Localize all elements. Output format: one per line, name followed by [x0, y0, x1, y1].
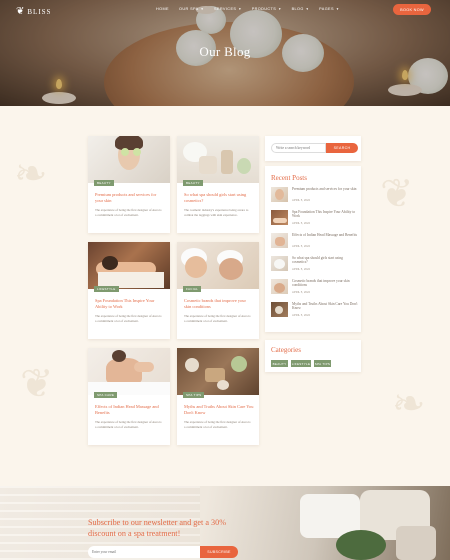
post-title[interactable]: Effects of Indian Head Massage and Benef…: [95, 404, 165, 416]
blog-card[interactable]: FACIAL Cosmetic brands that improve your…: [177, 242, 259, 339]
post-image: [177, 242, 259, 289]
recent-post-item[interactable]: So what spa should girls start using cos…: [271, 256, 359, 273]
post-image: [88, 136, 170, 183]
recent-posts-heading: Recent Posts: [271, 174, 307, 182]
book-now-button[interactable]: BOOK NOW: [393, 4, 431, 15]
recent-post-thumbnail: [271, 302, 288, 317]
chevron-down-icon: ▼: [305, 7, 310, 11]
blog-card[interactable]: BEAUTY So what spa should girls start us…: [177, 136, 259, 233]
main-nav: HOME OUR SPA ▼ SERVICES ▼ PRODUCTS ▼ BLOG ▼ …: [156, 7, 339, 11]
recent-post-title[interactable]: So what spa should girls start using cos…: [292, 256, 358, 265]
botanical-decoration: ❧: [392, 381, 426, 426]
blog-card[interactable]: BEAUTY Premium products and services for…: [88, 136, 170, 233]
post-image: [177, 136, 259, 183]
recent-post-thumbnail: [271, 279, 288, 294]
post-tag[interactable]: SPA CARE: [94, 392, 118, 398]
post-title[interactable]: So what spa should girls start using cos…: [184, 192, 254, 204]
category-tag[interactable]: BEAUTY: [271, 360, 288, 367]
blog-card[interactable]: SPA TIPS Myths and Truths About Skin Car…: [177, 348, 259, 445]
logo-text: BLISS: [27, 7, 52, 16]
recent-post-date: APRIL 5, 2022: [292, 290, 311, 294]
nav-item-home[interactable]: HOME: [156, 7, 169, 11]
recent-post-title[interactable]: Myths and Truths About Skin Care You Don…: [292, 302, 358, 311]
nav-item-products[interactable]: PRODUCTS ▼: [252, 7, 282, 11]
nav-item-pages[interactable]: PAGES ▼: [319, 7, 339, 11]
recent-post-item[interactable]: Premium products and services for your s…: [271, 187, 359, 204]
post-title[interactable]: Spa Foundation This Inspire Your Ability…: [95, 298, 165, 310]
botanical-decoration: ❧: [14, 151, 48, 196]
recent-post-title[interactable]: Premium products and services for your s…: [292, 187, 358, 191]
post-tag[interactable]: BEAUTY: [94, 180, 114, 186]
recent-post-item[interactable]: Spa Foundation This Inspire Your Ability…: [271, 210, 359, 227]
recent-post-item[interactable]: Cosmetic brands that improve your skin c…: [271, 279, 359, 296]
recent-post-title[interactable]: Cosmetic brands that improve your skin c…: [292, 279, 358, 288]
recent-post-thumbnail: [271, 210, 288, 225]
post-title[interactable]: Premium products and services for your s…: [95, 192, 165, 204]
lotus-icon: ❦: [16, 6, 26, 17]
recent-post-date: APRIL 5, 2022: [292, 221, 311, 225]
post-image: [177, 348, 259, 395]
post-title[interactable]: Myths and Truths About Skin Care You Don…: [184, 404, 254, 416]
categories-heading: Categories: [271, 346, 301, 354]
post-excerpt: The experience of being the first design…: [184, 420, 251, 429]
subscribe-button[interactable]: SUBSCRIBE: [200, 546, 238, 558]
nav-item-services[interactable]: SERVICES ▼: [214, 7, 242, 11]
recent-post-item[interactable]: Effects of Indian Head Massage and Benef…: [271, 233, 359, 250]
botanical-decoration: ❦: [380, 171, 414, 216]
post-excerpt: The experience of being the first design…: [95, 208, 162, 217]
post-image: [88, 242, 170, 289]
post-tag[interactable]: BEAUTY: [183, 180, 203, 186]
recent-post-thumbnail: [271, 256, 288, 271]
recent-post-title[interactable]: Spa Foundation This Inspire Your Ability…: [292, 210, 358, 219]
chevron-down-icon: ▼: [238, 7, 242, 11]
nav-item-blog[interactable]: BLOG ▼: [292, 7, 310, 11]
recent-post-thumbnail: [271, 233, 288, 248]
recent-post-thumbnail: [271, 187, 288, 202]
post-tag[interactable]: SPA TIPS: [183, 392, 205, 398]
post-image: [88, 348, 170, 395]
post-excerpt: The experience of being the first design…: [95, 420, 162, 429]
recent-post-date: APRIL 5, 2022: [292, 198, 311, 202]
recent-post-date: APRIL 5, 2022: [292, 244, 311, 248]
recent-post-item[interactable]: Myths and Truths About Skin Care You Don…: [271, 302, 359, 319]
chevron-down-icon: ▼: [200, 7, 204, 11]
post-tag[interactable]: FACIAL: [183, 286, 202, 292]
page-title: Our Blog: [199, 44, 251, 59]
category-tag[interactable]: SPA TIPS: [314, 360, 331, 367]
recent-post-date: APRIL 5, 2022: [292, 267, 311, 271]
chevron-down-icon: ▼: [335, 7, 340, 11]
leaf-image: [336, 530, 386, 560]
blog-card[interactable]: LIFESTYLE Spa Foundation This Inspire Yo…: [88, 242, 170, 339]
post-excerpt: The experience of being the first design…: [95, 314, 162, 323]
newsletter-title: Subscribe to our newsletter and get a 30…: [88, 518, 227, 538]
chevron-down-icon: ▼: [278, 7, 282, 11]
herbal-ball-image: [396, 526, 436, 560]
newsletter-email-input[interactable]: [88, 546, 202, 558]
search-input[interactable]: [271, 143, 326, 153]
recent-post-title[interactable]: Effects of Indian Head Massage and Benef…: [292, 233, 358, 237]
nav-item-our-spa[interactable]: OUR SPA ▼: [179, 7, 204, 11]
post-excerpt: The experience of being the first design…: [184, 314, 251, 323]
categories-widget: [265, 340, 361, 372]
post-tag[interactable]: LIFESTYLE: [94, 286, 119, 292]
category-tag[interactable]: LIFESTYLE: [291, 360, 311, 367]
blog-card[interactable]: SPA CARE Effects of Indian Head Massage …: [88, 348, 170, 445]
search-button[interactable]: SEARCH: [326, 143, 358, 153]
recent-post-date: APRIL 5, 2022: [292, 313, 311, 317]
site-logo[interactable]: ❦ BLISS: [16, 6, 51, 17]
post-title[interactable]: Cosmetic brands that improve your skin c…: [184, 298, 254, 310]
post-excerpt: The cosmetic industry's experience being…: [184, 208, 249, 217]
botanical-decoration: ❦: [20, 361, 54, 406]
